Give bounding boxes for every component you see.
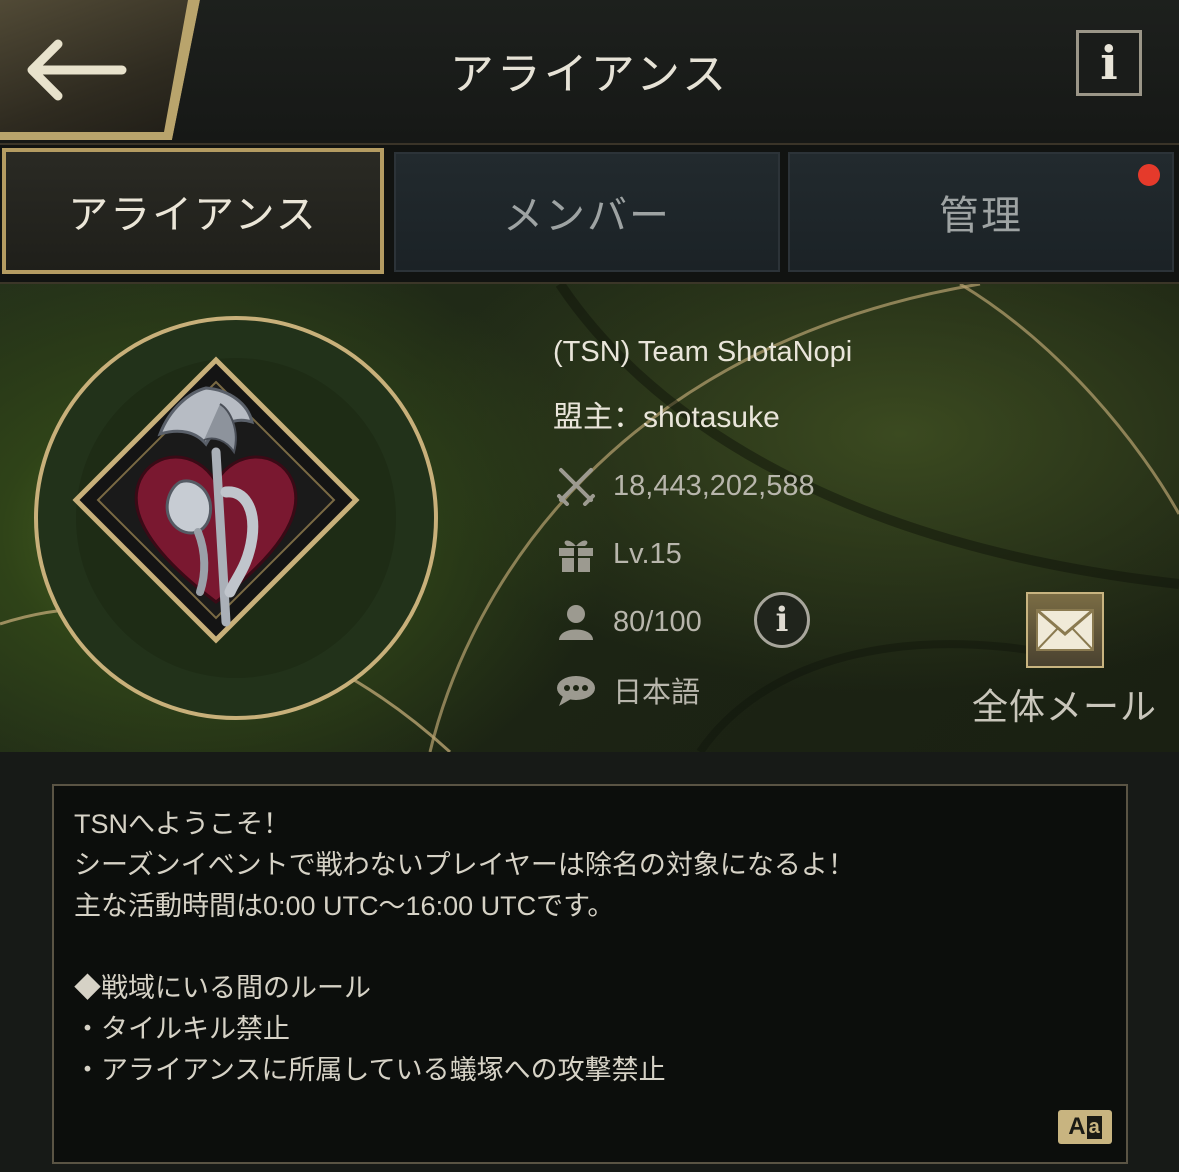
translate-button[interactable]: Aa xyxy=(1058,1110,1112,1144)
description-line: ・タイルキル禁止 xyxy=(74,1014,290,1044)
tab-management[interactable]: 管理 xyxy=(788,152,1174,272)
mass-mail-label: 全体メール xyxy=(972,687,1158,728)
level-value: Lv.15 xyxy=(613,537,682,570)
language-row: 日本語 xyxy=(555,670,700,710)
level-row: Lv.15 xyxy=(555,534,682,574)
translate-icon-b: a xyxy=(1086,1115,1102,1139)
description-line xyxy=(74,927,1106,968)
alliance-banner: (TSN) Team ShotaNopi 盟主：shotasuke 18,443… xyxy=(0,282,1179,754)
gift-icon xyxy=(559,540,593,572)
description-line: シーズンイベントで戦わないプレイヤーは除名の対象になるよ！ xyxy=(74,850,855,880)
tab-members[interactable]: メンバー xyxy=(394,152,780,272)
alliance-emblem xyxy=(34,316,438,720)
members-row: 80/100 xyxy=(555,602,702,642)
translate-icon-a: A xyxy=(1068,1113,1086,1140)
alliance-description[interactable]: TSNへようこそ！ シーズンイベントで戦わないプレイヤーは除名の対象になるよ！ … xyxy=(52,784,1128,1164)
member-info-button[interactable]: i xyxy=(754,592,810,648)
mass-mail-button[interactable] xyxy=(1026,592,1104,668)
info-button[interactable]: i xyxy=(1076,30,1142,96)
power-row: 18,443,202,588 xyxy=(555,466,815,506)
description-section: TSNへようこそ！ シーズンイベントで戦わないプレイヤーは除名の対象になるよ！ … xyxy=(0,752,1179,1172)
power-value: 18,443,202,588 xyxy=(613,469,815,502)
description-line: ◆戦域にいる間のルール xyxy=(74,973,371,1003)
description-line: TSNへようこそ！ xyxy=(74,809,290,839)
alliance-leader: 盟主：shotasuke xyxy=(553,401,780,434)
tab-bar: アライアンス メンバー 管理 xyxy=(0,148,1179,276)
description-line: 主な活動時間は0:00 UTC〜16:00 UTCです。 xyxy=(74,891,615,921)
alliance-name: (TSN) Team ShotaNopi xyxy=(553,336,853,368)
notification-dot xyxy=(1138,164,1160,186)
envelope-icon xyxy=(1036,608,1094,651)
crossed-swords-icon xyxy=(557,468,595,506)
members-value: 80/100 xyxy=(613,605,702,638)
tab-management-label: 管理 xyxy=(939,193,1023,239)
chat-bubble-icon xyxy=(557,676,595,706)
page-title: アライアンス xyxy=(449,49,730,100)
language-value: 日本語 xyxy=(613,677,701,709)
description-line: ・アライアンスに所属している蟻塚への攻撃禁止 xyxy=(74,1055,666,1085)
top-bar: アライアンス i xyxy=(0,0,1179,145)
tab-alliance[interactable]: アライアンス xyxy=(2,148,384,274)
person-icon xyxy=(559,605,593,640)
